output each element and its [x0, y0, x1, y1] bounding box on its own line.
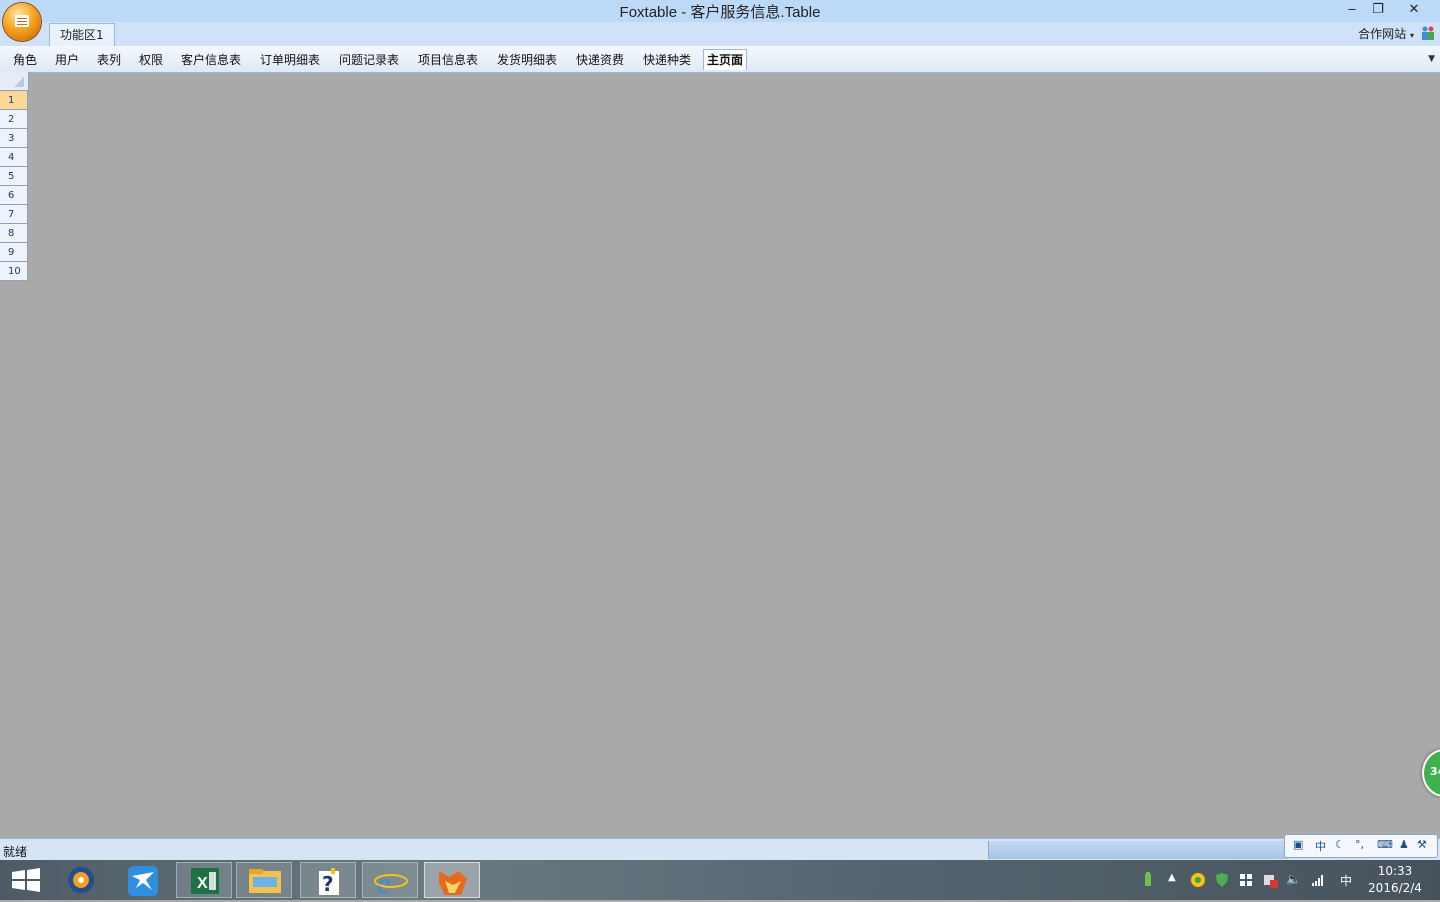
row-header[interactable]: 7: [0, 205, 28, 224]
partner-sites-menu[interactable]: 合作网站 ▾: [1358, 25, 1414, 42]
tab-columns[interactable]: 表列: [94, 50, 124, 70]
clock-time: 10:33: [1377, 864, 1413, 878]
restore-button[interactable]: ❐: [1364, 0, 1392, 20]
ribbon-tab-row: 功能区1 合作网站 ▾: [0, 22, 1440, 46]
tab-issue-records[interactable]: 问题记录表: [336, 50, 402, 70]
tab-roles[interactable]: 角色: [10, 50, 40, 70]
row-header[interactable]: 3: [0, 129, 28, 148]
tab-order-details[interactable]: 订单明细表: [257, 50, 323, 70]
row-header[interactable]: 8: [0, 224, 28, 243]
partner-sites-label: 合作网站: [1358, 27, 1407, 41]
row-header[interactable]: 2: [0, 110, 28, 129]
taskbar-media-player[interactable]: [54, 862, 110, 898]
table-tab-bar: 角色 用户 表列 权限 客户信息表 订单明细表 问题记录表 项目信息表 发货明细…: [0, 46, 1440, 73]
tab-users[interactable]: 用户: [52, 50, 82, 70]
status-bar: 就绪: [0, 838, 1440, 861]
row-header[interactable]: 10: [0, 262, 28, 281]
show-hidden-icons-icon[interactable]: ▲: [1168, 872, 1184, 888]
close-button[interactable]: ✕: [1400, 0, 1428, 20]
clock-date: 2016/2/4: [1368, 881, 1422, 895]
taskbar-internet-explorer[interactable]: e: [362, 862, 418, 900]
taskbar-clock[interactable]: 10:33 2016/2/4: [1362, 863, 1428, 897]
tab-customer-info[interactable]: 客户信息表: [178, 50, 244, 70]
taskbar-excel[interactable]: X: [176, 862, 232, 898]
network-error-icon[interactable]: [1262, 872, 1278, 888]
row-header[interactable]: 9: [0, 243, 28, 262]
keyboard-icon[interactable]: ⌨: [1377, 838, 1393, 851]
row-header[interactable]: 1: [0, 91, 28, 110]
row-header[interactable]: 6: [0, 186, 28, 205]
volume-icon[interactable]: 🔈: [1286, 872, 1302, 888]
tab-courier-types[interactable]: 快递种类: [640, 50, 694, 70]
ime-mode-toggle[interactable]: 中: [1315, 838, 1326, 854]
tab-project-info[interactable]: 项目信息表: [415, 50, 481, 70]
taskbar-feiq[interactable]: [116, 862, 172, 898]
ime-toolbar: ▣ 中 ☾ °, ⌨ ♟ ⚒: [1284, 834, 1438, 858]
fox-icon: [439, 871, 467, 895]
media-player-icon: [68, 867, 94, 893]
help-icon: ?: [319, 868, 339, 896]
table-icon: [15, 15, 29, 27]
taskbar-help[interactable]: ?: [300, 862, 356, 898]
status-progress-area: [988, 841, 1289, 859]
select-all-corner[interactable]: [0, 72, 29, 91]
excel-icon: X: [191, 868, 219, 894]
svg-text:X: X: [197, 875, 208, 892]
tab-list-dropdown-icon[interactable]: ▼: [1428, 54, 1435, 64]
windows-logo-icon: [12, 868, 40, 892]
security-app-icon[interactable]: [1190, 872, 1206, 888]
tab-permissions[interactable]: 权限: [136, 50, 166, 70]
status-text: 就绪: [3, 845, 28, 859]
floating-badge-value: 34: [1430, 765, 1440, 778]
tab-main-page[interactable]: 主页面: [703, 49, 748, 70]
chevron-down-icon: ▾: [1409, 31, 1414, 40]
internet-explorer-icon: e: [374, 867, 408, 900]
row-headers: 1 2 3 4 5 6 7 8 9 10: [0, 91, 28, 281]
window-title: Foxtable - 客户服务信息.Table: [619, 4, 821, 21]
signal-strength-icon[interactable]: [1310, 872, 1326, 888]
app-menu-orb[interactable]: [3, 3, 41, 41]
row-header[interactable]: 5: [0, 167, 28, 186]
row-header[interactable]: 4: [0, 148, 28, 167]
tab-shipping-details[interactable]: 发货明细表: [494, 50, 560, 70]
start-button[interactable]: [0, 862, 56, 898]
ime-logo-icon[interactable]: ▣: [1293, 838, 1303, 851]
swallow-bird-icon: [128, 866, 158, 896]
svg-text:e: e: [377, 867, 390, 899]
wrench-icon[interactable]: ⚒: [1417, 838, 1427, 851]
floating-speed-ball[interactable]: 34: [1422, 749, 1440, 797]
minimize-button[interactable]: ‒: [1338, 0, 1366, 20]
taskbar-file-explorer[interactable]: [236, 862, 292, 898]
tab-courier-rates[interactable]: 快递资费: [573, 50, 627, 70]
users-icon[interactable]: [1420, 25, 1436, 41]
folder-icon: [249, 869, 281, 893]
taskbar-foxtable[interactable]: [424, 862, 480, 898]
ribbon-tab-function-area[interactable]: 功能区1: [49, 23, 115, 46]
svg-text:?: ?: [322, 872, 334, 896]
moon-icon[interactable]: ☾: [1335, 838, 1345, 851]
action-center-flag-icon[interactable]: [1238, 872, 1254, 888]
punctuation-icon[interactable]: °,: [1355, 838, 1364, 851]
user-icon[interactable]: ♟: [1399, 838, 1409, 851]
battery-icon[interactable]: [1140, 872, 1156, 888]
tray-ime-indicator[interactable]: 中: [1340, 872, 1356, 888]
shield-icon[interactable]: [1214, 872, 1230, 888]
title-bar: Foxtable - 客户服务信息.Table ‒ ❐ ✕: [0, 0, 1440, 22]
